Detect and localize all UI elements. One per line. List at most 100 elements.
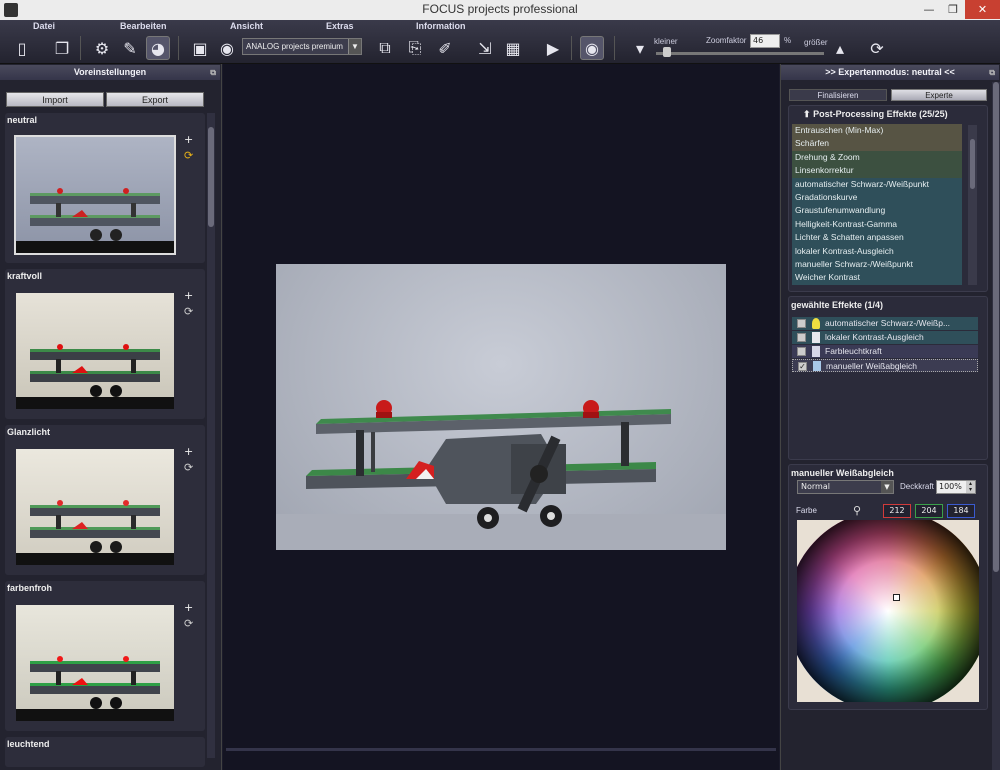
refresh-icon[interactable]: ⟳ — [184, 305, 193, 318]
list-item[interactable]: Weicher Kontrast — [792, 271, 962, 285]
close-button[interactable]: ✕ — [965, 0, 1000, 19]
list-item[interactable]: Helligkeit-Kontrast-Gamma — [792, 217, 962, 232]
list-item[interactable]: Drehung & Zoom — [792, 150, 962, 165]
copy-settings-icon[interactable]: ⎘ — [403, 36, 427, 60]
menu-datei[interactable]: Datei — [33, 21, 55, 31]
stepper-icon[interactable]: ▴ ▾ — [966, 481, 975, 493]
preset-glanzlicht[interactable]: Glanzlicht + ⟳ — [5, 425, 205, 575]
blend-mode-select[interactable]: Normal ▼ — [797, 480, 894, 494]
save-icon[interactable]: ▣ — [188, 36, 212, 60]
white-balance-title: manueller Weißabgleich — [791, 468, 894, 478]
zoom-in-icon[interactable]: ▴ — [828, 36, 852, 60]
compare-icon[interactable]: ⧉ — [373, 36, 397, 60]
copy-icon[interactable]: ❐ — [50, 36, 74, 60]
menu-information[interactable]: Information — [416, 21, 466, 31]
zoom-slider-thumb[interactable] — [663, 47, 671, 57]
expert-panel-scrollbar-thumb[interactable] — [993, 82, 999, 572]
undock-icon[interactable]: ⧉ — [989, 65, 995, 80]
list-item[interactable]: lokaler Kontrast-Ausgleich — [792, 244, 962, 258]
new-file-icon[interactable]: ▯ — [10, 36, 34, 60]
list-item[interactable]: Graustufenumwandlung — [792, 204, 962, 218]
add-preset-icon[interactable]: + — [184, 289, 193, 302]
chosen-effect-item[interactable]: Farbleuchtkraft — [792, 345, 978, 358]
brush-icon[interactable]: ✎ — [118, 36, 142, 60]
presets-panel-title: Voreinstellungen — [73, 67, 147, 77]
preset-neutral[interactable]: neutral + ⟳ — [5, 113, 205, 263]
up-arrow-icon[interactable]: ⬆ — [803, 109, 811, 119]
list-item[interactable]: Schärfen — [792, 137, 962, 151]
tab-experte[interactable]: Experte — [891, 89, 987, 101]
preset-thumbnail[interactable] — [14, 447, 176, 567]
preset-leuchtend[interactable]: leuchtend — [5, 737, 205, 767]
effect-checkbox[interactable] — [797, 319, 806, 328]
green-value-field[interactable]: 204 — [915, 504, 943, 518]
preset-name: leuchtend — [7, 739, 50, 749]
preset-farbenfroh[interactable]: farbenfroh + ⟳ — [5, 581, 205, 731]
preset-kraftvoll[interactable]: kraftvoll + ⟳ — [5, 269, 205, 419]
list-item[interactable]: Linsenkorrektur — [792, 164, 962, 178]
import-button[interactable]: Import — [6, 92, 104, 107]
maximize-button[interactable]: ❐ — [941, 0, 965, 19]
effect-checkbox-checked[interactable]: ✓ — [798, 362, 807, 371]
blue-value-field[interactable]: 184 — [947, 504, 975, 518]
preset-thumbnail[interactable] — [14, 135, 176, 255]
menu-ansicht[interactable]: Ansicht — [230, 21, 263, 31]
filmstrip-icon[interactable]: ▦ — [501, 36, 525, 60]
minimize-button[interactable]: — — [917, 0, 941, 19]
main-photo — [276, 264, 726, 550]
refresh-icon[interactable]: ⟳ — [184, 149, 193, 162]
color-wheel-shade — [797, 520, 979, 702]
effect-checkbox[interactable] — [797, 347, 806, 356]
chosen-effects-title: gewählte Effekte (1/4) — [791, 300, 884, 310]
zoom-out-icon[interactable]: ▾ — [628, 36, 652, 60]
menu-extras[interactable]: Extras — [326, 21, 354, 31]
preset-name: farbenfroh — [7, 583, 52, 593]
palette-icon[interactable]: ◕ — [146, 36, 170, 60]
opacity-input[interactable]: 100% ▴ ▾ — [936, 480, 976, 494]
chosen-effect-item-selected[interactable]: ✓ manueller Weißabgleich — [792, 359, 978, 372]
rotate-icon[interactable]: ⟳ — [865, 36, 889, 60]
add-preset-icon[interactable]: + — [184, 445, 193, 458]
edit-settings-icon[interactable]: ✐ — [433, 36, 457, 60]
effect-checkbox[interactable] — [797, 333, 806, 342]
list-item[interactable]: Lichter & Schatten anpassen — [792, 231, 962, 245]
expert-panel-scrollbar[interactable] — [992, 82, 1000, 770]
preset-thumbnail[interactable] — [14, 603, 176, 723]
menu-bearbeiten[interactable]: Bearbeiten — [120, 21, 167, 31]
chosen-effect-item[interactable]: lokaler Kontrast-Ausgleich — [792, 331, 978, 344]
list-item[interactable]: automatischer Schwarz-/Weißpunkt — [792, 177, 962, 191]
presets-scrollbar[interactable] — [207, 113, 215, 758]
post-processing-scrollbar-thumb[interactable] — [970, 139, 975, 189]
presets-scrollbar-thumb[interactable] — [208, 127, 214, 227]
tab-finalisieren[interactable]: Finalisieren — [789, 89, 887, 101]
canvas-horizontal-scrollbar[interactable] — [226, 748, 776, 751]
airplane-thumbnail — [16, 188, 174, 253]
camera-icon[interactable]: ◉ — [215, 36, 239, 60]
image-canvas[interactable] — [223, 64, 779, 770]
list-item[interactable]: Gradationskurve — [792, 190, 962, 205]
preset-dropdown[interactable]: ANALOG projects premium ▼ — [242, 38, 362, 55]
zoom-slider-track[interactable] — [656, 52, 824, 55]
refresh-icon[interactable]: ⟳ — [184, 461, 193, 474]
red-value-field[interactable]: 212 — [883, 504, 911, 518]
list-item[interactable]: Entrauschen (Min-Max) — [792, 124, 962, 138]
add-preset-icon[interactable]: + — [184, 601, 193, 614]
color-wheel-marker[interactable] — [893, 594, 900, 601]
list-item[interactable]: manueller Schwarz-/Weißpunkt — [792, 257, 962, 272]
play-icon[interactable]: ▶ — [541, 36, 565, 60]
settings-icon[interactable]: ⚙ — [90, 36, 114, 60]
add-preset-icon[interactable]: + — [184, 133, 193, 146]
refresh-icon[interactable]: ⟳ — [184, 617, 193, 630]
chosen-effect-item[interactable]: automatischer Schwarz-/Weißp... — [792, 317, 978, 330]
post-processing-scrollbar[interactable] — [968, 125, 977, 285]
zoom-input[interactable]: 46 — [750, 34, 780, 48]
color-wheel[interactable] — [797, 520, 979, 702]
eyedropper-icon[interactable]: ⚲ — [853, 504, 861, 517]
export-icon[interactable]: ⇲ — [473, 36, 497, 60]
post-processing-list[interactable]: Entrauschen (Min-Max) Schärfen Drehung &… — [792, 124, 962, 285]
export-button[interactable]: Export — [106, 92, 204, 107]
undock-icon[interactable]: ⧉ — [210, 65, 216, 80]
eye-preview-icon[interactable]: ◉ — [580, 36, 604, 60]
zoom-unit: % — [784, 36, 792, 45]
preset-thumbnail[interactable] — [14, 291, 176, 411]
